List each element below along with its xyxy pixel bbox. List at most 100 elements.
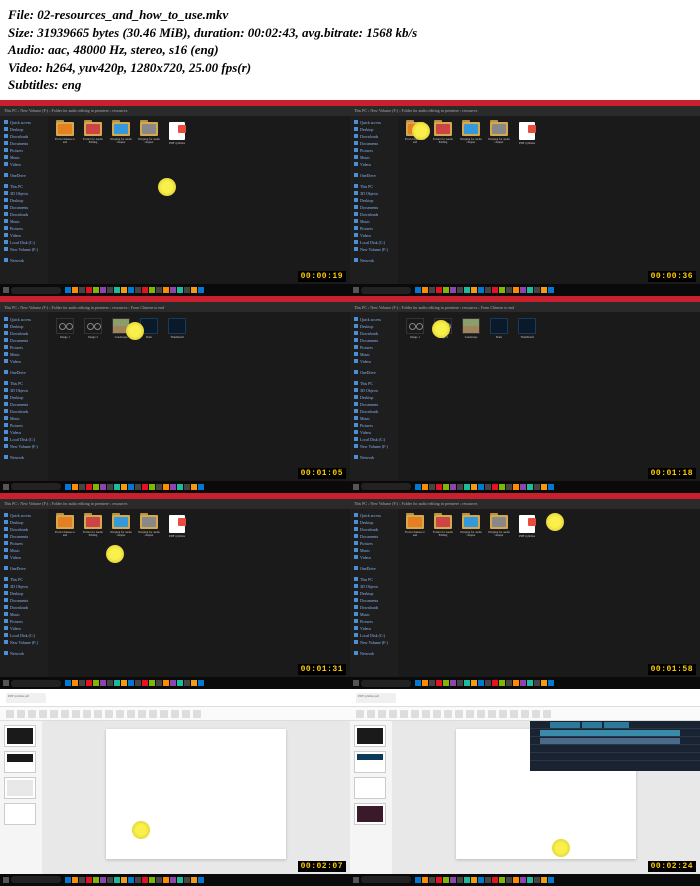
sidebar-item[interactable]: Videos xyxy=(353,358,395,364)
sidebar-item[interactable]: This PC xyxy=(353,184,395,190)
sidebar-item[interactable]: Videos xyxy=(353,555,395,561)
taskbar-app-icon[interactable] xyxy=(79,484,85,490)
sidebar-item[interactable]: Local Disk (C:) xyxy=(3,240,45,246)
taskbar-app-icon[interactable] xyxy=(492,287,498,293)
toolbar-button[interactable] xyxy=(50,710,58,718)
taskbar-app-icon[interactable] xyxy=(415,287,421,293)
sidebar-item[interactable]: Local Disk (C:) xyxy=(353,633,395,639)
taskbar-app-icon[interactable] xyxy=(499,484,505,490)
page-thumb[interactable] xyxy=(354,777,386,799)
taskbar-app-icon[interactable] xyxy=(471,877,477,883)
taskbar-app-icon[interactable] xyxy=(191,877,197,883)
taskbar-app-icon[interactable] xyxy=(534,287,540,293)
folder-item[interactable]: Warping for audio chapter xyxy=(110,515,132,538)
sidebar-item[interactable]: Local Disk (C:) xyxy=(353,436,395,442)
taskbar-app-icon[interactable] xyxy=(170,680,176,686)
sidebar-item[interactable]: Desktop xyxy=(3,591,45,597)
taskbar-app-icon[interactable] xyxy=(149,287,155,293)
taskbar-app-icon[interactable] xyxy=(93,680,99,686)
sidebar-item[interactable]: 3D Objects xyxy=(3,387,45,393)
taskbar-app-icon[interactable] xyxy=(415,484,421,490)
taskbar-app-icon[interactable] xyxy=(429,287,435,293)
folder-item[interactable]: Warping for audio chapter xyxy=(460,515,482,538)
toolbar-button[interactable] xyxy=(389,710,397,718)
taskbar-app-icon[interactable] xyxy=(135,484,141,490)
folder-item[interactable]: Folder for Audio Editing xyxy=(432,122,454,145)
taskbar-app-icon[interactable] xyxy=(121,484,127,490)
sidebar-item[interactable]: Pictures xyxy=(3,148,45,154)
taskbar-app-icon[interactable] xyxy=(457,680,463,686)
taskbar-app-icon[interactable] xyxy=(191,680,197,686)
sidebar-item[interactable]: Music xyxy=(353,351,395,357)
taskbar-app-icon[interactable] xyxy=(499,287,505,293)
taskbar-app-icon[interactable] xyxy=(79,680,85,686)
toolbar-button[interactable] xyxy=(127,710,135,718)
sidebar-item[interactable]: Network xyxy=(353,258,395,264)
taskbar-app-icon[interactable] xyxy=(149,680,155,686)
toolbar-button[interactable] xyxy=(6,710,14,718)
taskbar-app-icon[interactable] xyxy=(149,877,155,883)
sidebar-item[interactable]: This PC xyxy=(3,577,45,583)
toolbar-button[interactable] xyxy=(28,710,36,718)
taskbar-app-icon[interactable] xyxy=(135,287,141,293)
taskbar-app-icon[interactable] xyxy=(191,484,197,490)
sidebar-item[interactable]: Pictures xyxy=(3,422,45,428)
sidebar-item[interactable]: Videos xyxy=(353,162,395,168)
sidebar-item[interactable]: Videos xyxy=(353,233,395,239)
sidebar-item[interactable]: Documents xyxy=(353,598,395,604)
taskbar-app-icon[interactable] xyxy=(436,680,442,686)
folder-item[interactable]: Warping for audio chapter xyxy=(488,122,510,145)
sidebar-item[interactable]: Downloads xyxy=(3,134,45,140)
file-item[interactable]: Landscape xyxy=(460,318,482,339)
sidebar-item[interactable]: Quick access xyxy=(353,316,395,322)
sidebar-item[interactable]: Quick access xyxy=(3,120,45,126)
taskbar-app-icon[interactable] xyxy=(177,287,183,293)
sidebar-item[interactable]: Downloads xyxy=(353,527,395,533)
taskbar-app-icon[interactable] xyxy=(86,877,92,883)
toolbar-button[interactable] xyxy=(543,710,551,718)
taskbar-app-icon[interactable] xyxy=(79,287,85,293)
taskbar-app-icon[interactable] xyxy=(149,484,155,490)
taskbar-app-icon[interactable] xyxy=(163,680,169,686)
taskbar-app-icon[interactable] xyxy=(478,484,484,490)
taskbar-app-icon[interactable] xyxy=(128,484,134,490)
sidebar-item[interactable]: This PC xyxy=(3,184,45,190)
taskbar-app-icon[interactable] xyxy=(464,484,470,490)
taskbar-app-icon[interactable] xyxy=(541,877,547,883)
taskbar-app-icon[interactable] xyxy=(93,484,99,490)
sidebar-item[interactable]: OneDrive xyxy=(3,369,45,375)
folder-item[interactable]: Warping for audio chapter xyxy=(138,515,160,538)
toolbar-button[interactable] xyxy=(521,710,529,718)
sidebar-item[interactable]: New Volume (F:) xyxy=(353,247,395,253)
taskbar-app-icon[interactable] xyxy=(86,287,92,293)
sidebar-item[interactable]: Downloads xyxy=(353,408,395,414)
sidebar-item[interactable]: OneDrive xyxy=(3,566,45,572)
sidebar-item[interactable]: Music xyxy=(353,415,395,421)
taskbar-app-icon[interactable] xyxy=(534,877,540,883)
folder-item[interactable]: Warping for audio chapter xyxy=(488,515,510,538)
taskbar-app-icon[interactable] xyxy=(135,877,141,883)
taskbar-app-icon[interactable] xyxy=(79,877,85,883)
sidebar-item[interactable]: Documents xyxy=(3,534,45,540)
folder-item[interactable]: PDF syllabus xyxy=(516,515,538,538)
taskbar-app-icon[interactable] xyxy=(485,287,491,293)
sidebar-item[interactable]: New Volume (F:) xyxy=(3,247,45,253)
sidebar-item[interactable]: New Volume (F:) xyxy=(353,443,395,449)
taskbar-app-icon[interactable] xyxy=(170,484,176,490)
sidebar-item[interactable]: Videos xyxy=(3,429,45,435)
sidebar-item[interactable]: Videos xyxy=(3,233,45,239)
sidebar-item[interactable]: Downloads xyxy=(353,134,395,140)
taskbar-app-icon[interactable] xyxy=(527,287,533,293)
taskbar-app-icon[interactable] xyxy=(457,287,463,293)
taskbar-app-icon[interactable] xyxy=(184,877,190,883)
folder-item[interactable]: Warping for audio chapter xyxy=(138,122,160,145)
sidebar-item[interactable]: Desktop xyxy=(3,127,45,133)
sidebar-item[interactable]: 3D Objects xyxy=(3,191,45,197)
toolbar-button[interactable] xyxy=(116,710,124,718)
sidebar-item[interactable]: Quick access xyxy=(353,120,395,126)
taskbar-app-icon[interactable] xyxy=(548,877,554,883)
taskbar-app-icon[interactable] xyxy=(485,484,491,490)
sidebar-item[interactable]: Documents xyxy=(3,141,45,147)
toolbar-button[interactable] xyxy=(39,710,47,718)
toolbar-button[interactable] xyxy=(356,710,364,718)
